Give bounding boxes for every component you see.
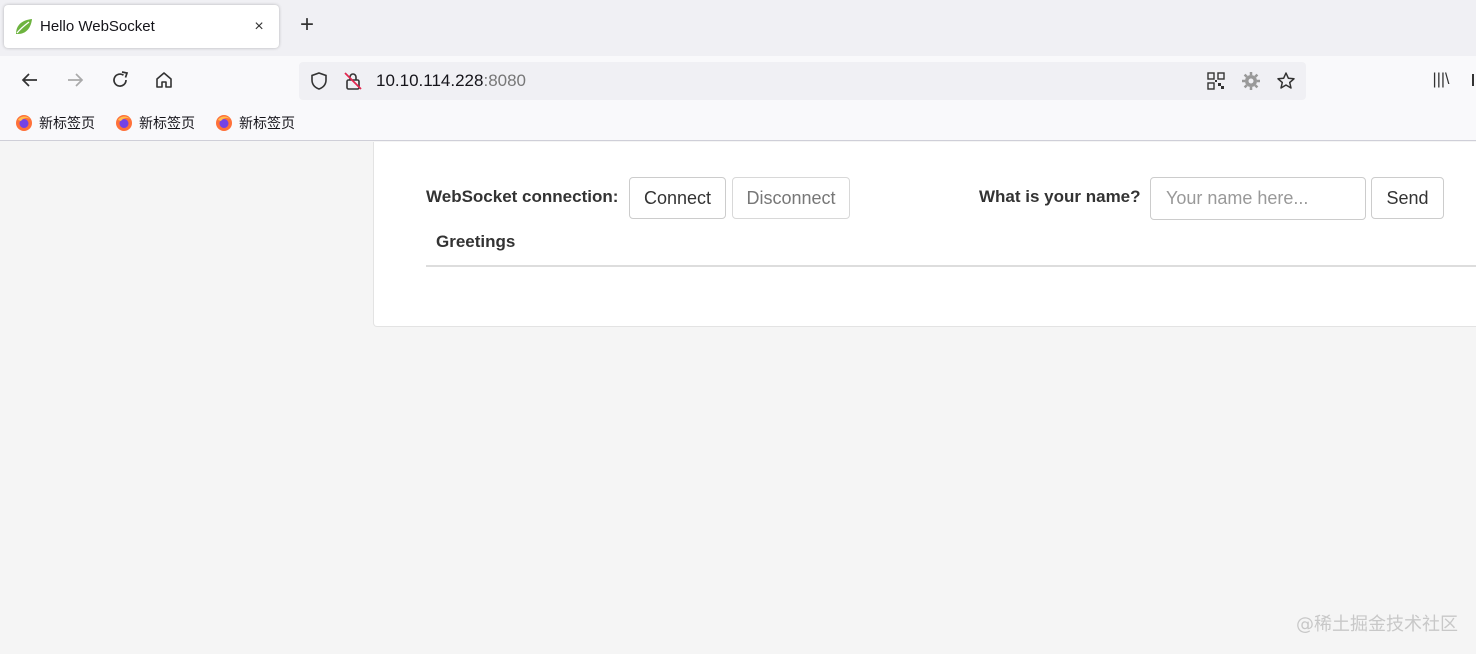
qr-code-icon[interactable] [1206,71,1226,91]
bookmark-item[interactable]: 新标签页 [115,113,195,133]
url-text[interactable]: 10.10.114.228:8080 [376,71,526,91]
url-port: :8080 [483,71,527,90]
bookmark-label: 新标签页 [39,115,95,131]
connect-button[interactable]: Connect [629,177,726,219]
tab-strip: Hello WebSocket × + [0,0,1476,56]
bookmark-star-icon[interactable] [1276,71,1296,91]
library-icon[interactable]: |||\ [1428,68,1454,92]
new-tab-button[interactable]: + [296,13,318,37]
insecure-lock-icon[interactable] [343,71,363,91]
url-bar[interactable]: 10.10.114.228:8080 [299,62,1306,100]
watermark: @稀土掘金技术社区 [1296,614,1458,635]
bookmark-item[interactable]: 新标签页 [215,113,295,133]
name-input[interactable] [1150,177,1366,220]
send-button[interactable]: Send [1371,177,1444,219]
firefox-icon [116,115,132,131]
disconnect-button[interactable]: Disconnect [732,177,850,219]
tab-title: Hello WebSocket [40,18,155,35]
url-host: 10.10.114.228 [376,71,484,90]
bookmark-item[interactable]: 新标签页 [15,113,95,133]
name-label: What is your name? [979,187,1141,206]
forward-icon[interactable] [63,68,87,92]
firefox-icon [216,115,232,131]
browser-tab[interactable]: Hello WebSocket × [4,5,279,48]
page-content: WebSocket connection: Connect Disconnect… [0,142,1476,654]
back-icon[interactable] [18,68,42,92]
bookmarks-toolbar: 新标签页 新标签页 新标签页 [0,104,1476,141]
connection-label: WebSocket connection: [426,187,619,206]
close-tab-icon[interactable]: × [249,18,269,36]
reload-icon[interactable] [108,68,132,92]
bookmark-label: 新标签页 [139,115,195,131]
nav-bar: 10.10.114.228:8080 |||\ [0,56,1476,104]
table-divider [426,265,1476,267]
extension-gear-icon[interactable] [1241,71,1261,91]
overflow-menu-icon[interactable] [1472,74,1474,86]
home-icon[interactable] [152,68,176,92]
websocket-panel: WebSocket connection: Connect Disconnect… [373,142,1476,327]
firefox-icon [16,115,32,131]
bookmark-label: 新标签页 [239,115,295,131]
spring-leaf-icon [14,17,34,37]
greetings-header: Greetings [436,232,516,251]
shield-icon[interactable] [309,71,329,91]
